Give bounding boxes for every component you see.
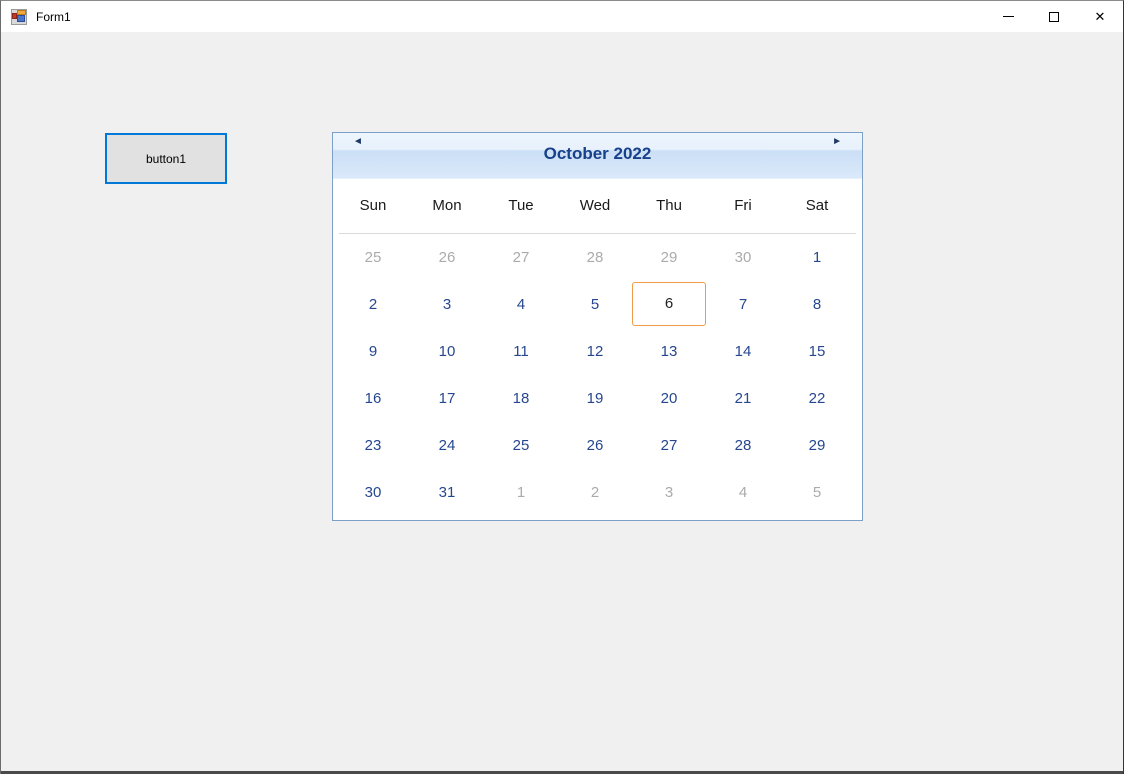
date-cell[interactable]: 4 bbox=[706, 469, 780, 516]
day-header: Thu bbox=[656, 197, 682, 214]
date-cell[interactable]: 3 bbox=[632, 469, 706, 516]
date-cell[interactable]: 28 bbox=[706, 422, 780, 469]
date-cell[interactable]: 21 bbox=[706, 375, 780, 422]
date-cell[interactable]: 13 bbox=[632, 328, 706, 375]
calendar-month-title: October 2022 bbox=[543, 144, 652, 163]
date-cell[interactable]: 18 bbox=[484, 375, 558, 422]
minimize-button[interactable] bbox=[985, 1, 1031, 32]
date-cell[interactable]: 20 bbox=[632, 375, 706, 422]
date-cell[interactable]: 30 bbox=[336, 469, 410, 516]
month-calendar: ◄ October 2022 ► Sun Mon Tue Wed Thu Fri Sat 2… bbox=[332, 132, 863, 521]
day-header: Fri bbox=[734, 197, 752, 214]
date-cell[interactable]: 31 bbox=[410, 469, 484, 516]
date-cell[interactable]: 29 bbox=[780, 422, 854, 469]
titlebar: Form1 ✕ bbox=[1, 1, 1123, 32]
date-cell[interactable]: 30 bbox=[706, 234, 780, 281]
next-month-arrow-icon[interactable]: ► bbox=[832, 136, 842, 147]
date-cell[interactable]: 25 bbox=[336, 234, 410, 281]
date-cell[interactable]: 7 bbox=[706, 281, 780, 328]
date-cell[interactable]: 1 bbox=[780, 234, 854, 281]
day-header: Tue bbox=[508, 197, 534, 214]
date-cell[interactable]: 23 bbox=[336, 422, 410, 469]
form-client-area: button1 ◄ October 2022 ► Sun Mon Tue Wed Thu… bbox=[1, 32, 1123, 772]
date-cell[interactable]: 14 bbox=[706, 328, 780, 375]
date-cell-today[interactable]: 6 bbox=[632, 282, 706, 326]
close-button[interactable]: ✕ bbox=[1077, 1, 1123, 32]
maximize-icon bbox=[1049, 11, 1059, 22]
day-header: Sun bbox=[359, 197, 387, 214]
date-cell[interactable]: 26 bbox=[558, 422, 632, 469]
date-cell[interactable]: 1 bbox=[484, 469, 558, 516]
date-cell[interactable]: 5 bbox=[780, 469, 854, 516]
date-cell[interactable]: 5 bbox=[558, 281, 632, 328]
date-cell[interactable]: 11 bbox=[484, 328, 558, 375]
day-names-row: Sun Mon Tue Wed Thu Fri Sat bbox=[333, 179, 862, 233]
date-cell[interactable]: 8 bbox=[780, 281, 854, 328]
date-cell[interactable]: 3 bbox=[410, 281, 484, 328]
date-cell[interactable]: 16 bbox=[336, 375, 410, 422]
button1[interactable]: button1 bbox=[105, 133, 227, 184]
date-cell[interactable]: 24 bbox=[410, 422, 484, 469]
day-header: Sat bbox=[805, 197, 829, 214]
winforms-app-icon bbox=[11, 8, 27, 25]
date-cell[interactable]: 25 bbox=[484, 422, 558, 469]
maximize-button[interactable] bbox=[1031, 1, 1077, 32]
day-header: Wed bbox=[579, 197, 611, 214]
date-cell[interactable]: 4 bbox=[484, 281, 558, 328]
date-cell[interactable]: 12 bbox=[558, 328, 632, 375]
window-controls: ✕ bbox=[985, 1, 1123, 32]
minimize-icon bbox=[1002, 16, 1014, 17]
date-cell[interactable]: 19 bbox=[558, 375, 632, 422]
day-header: Mon bbox=[432, 197, 462, 214]
app-icon-red-square bbox=[12, 12, 17, 19]
window-title: Form1 bbox=[36, 9, 71, 24]
date-cell[interactable]: 2 bbox=[558, 469, 632, 516]
close-icon: ✕ bbox=[1094, 9, 1106, 24]
date-cell[interactable]: 17 bbox=[410, 375, 484, 422]
form-window: Form1 ✕ button1 ◄ October 2022 ► Sun Mon T… bbox=[0, 0, 1124, 774]
date-cell[interactable]: 27 bbox=[484, 234, 558, 281]
date-cell[interactable]: 28 bbox=[558, 234, 632, 281]
prev-month-arrow-icon[interactable]: ◄ bbox=[353, 136, 363, 147]
date-cell[interactable]: 27 bbox=[632, 422, 706, 469]
calendar-header: ◄ October 2022 ► bbox=[333, 133, 862, 179]
date-cell[interactable]: 10 bbox=[410, 328, 484, 375]
date-grid: 25 26 27 28 29 30 1 2 3 4 5 6 7 8 9 10 11 12 13 14 15 16 17 18 1… bbox=[333, 234, 862, 516]
date-cell[interactable]: 15 bbox=[780, 328, 854, 375]
date-cell[interactable]: 26 bbox=[410, 234, 484, 281]
date-cell[interactable]: 29 bbox=[632, 234, 706, 281]
date-cell[interactable]: 9 bbox=[336, 328, 410, 375]
date-cell[interactable]: 2 bbox=[336, 281, 410, 328]
date-cell[interactable]: 22 bbox=[780, 375, 854, 422]
app-icon-blue-square bbox=[17, 14, 25, 22]
